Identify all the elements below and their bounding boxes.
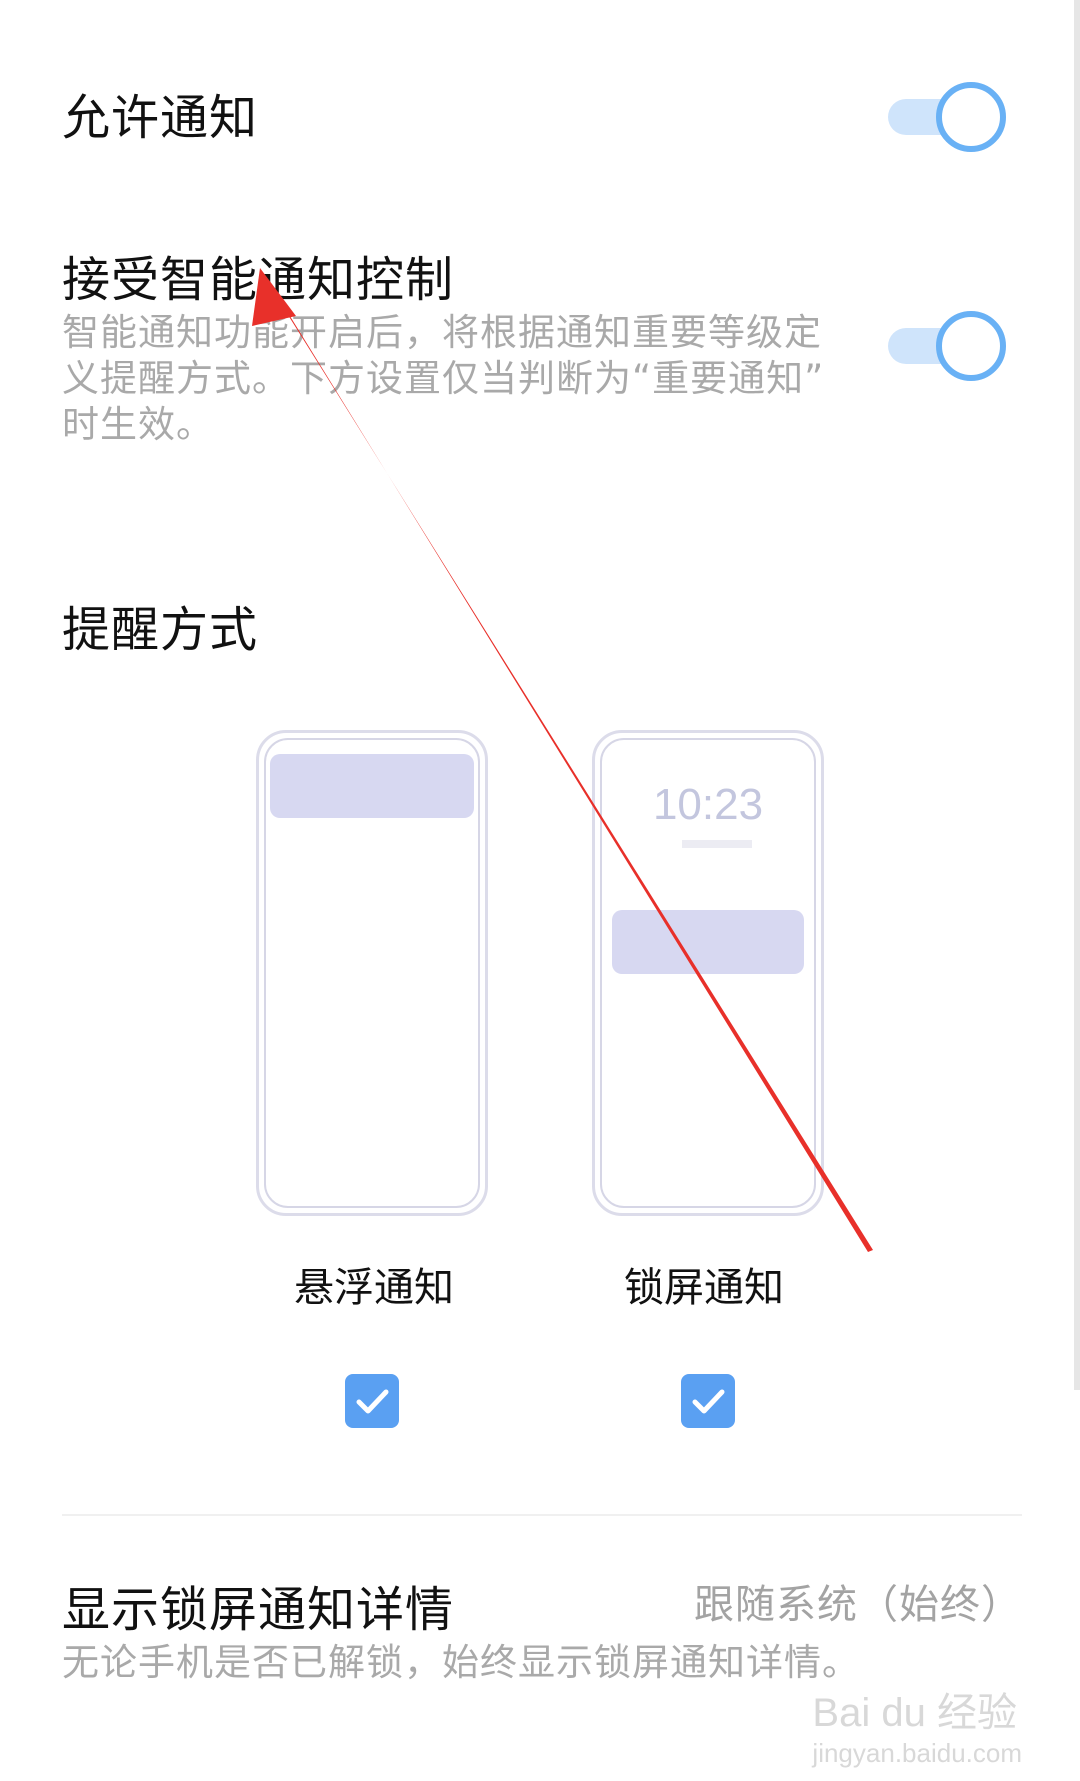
watermark-logo: Bai du 经验 (812, 1691, 1017, 1735)
watermark: Bai du 经验 jingyan.baidu.com (812, 1680, 1022, 1769)
watermark-domain: jingyan.baidu.com (812, 1738, 1022, 1768)
annotation-arrow (252, 268, 873, 1252)
